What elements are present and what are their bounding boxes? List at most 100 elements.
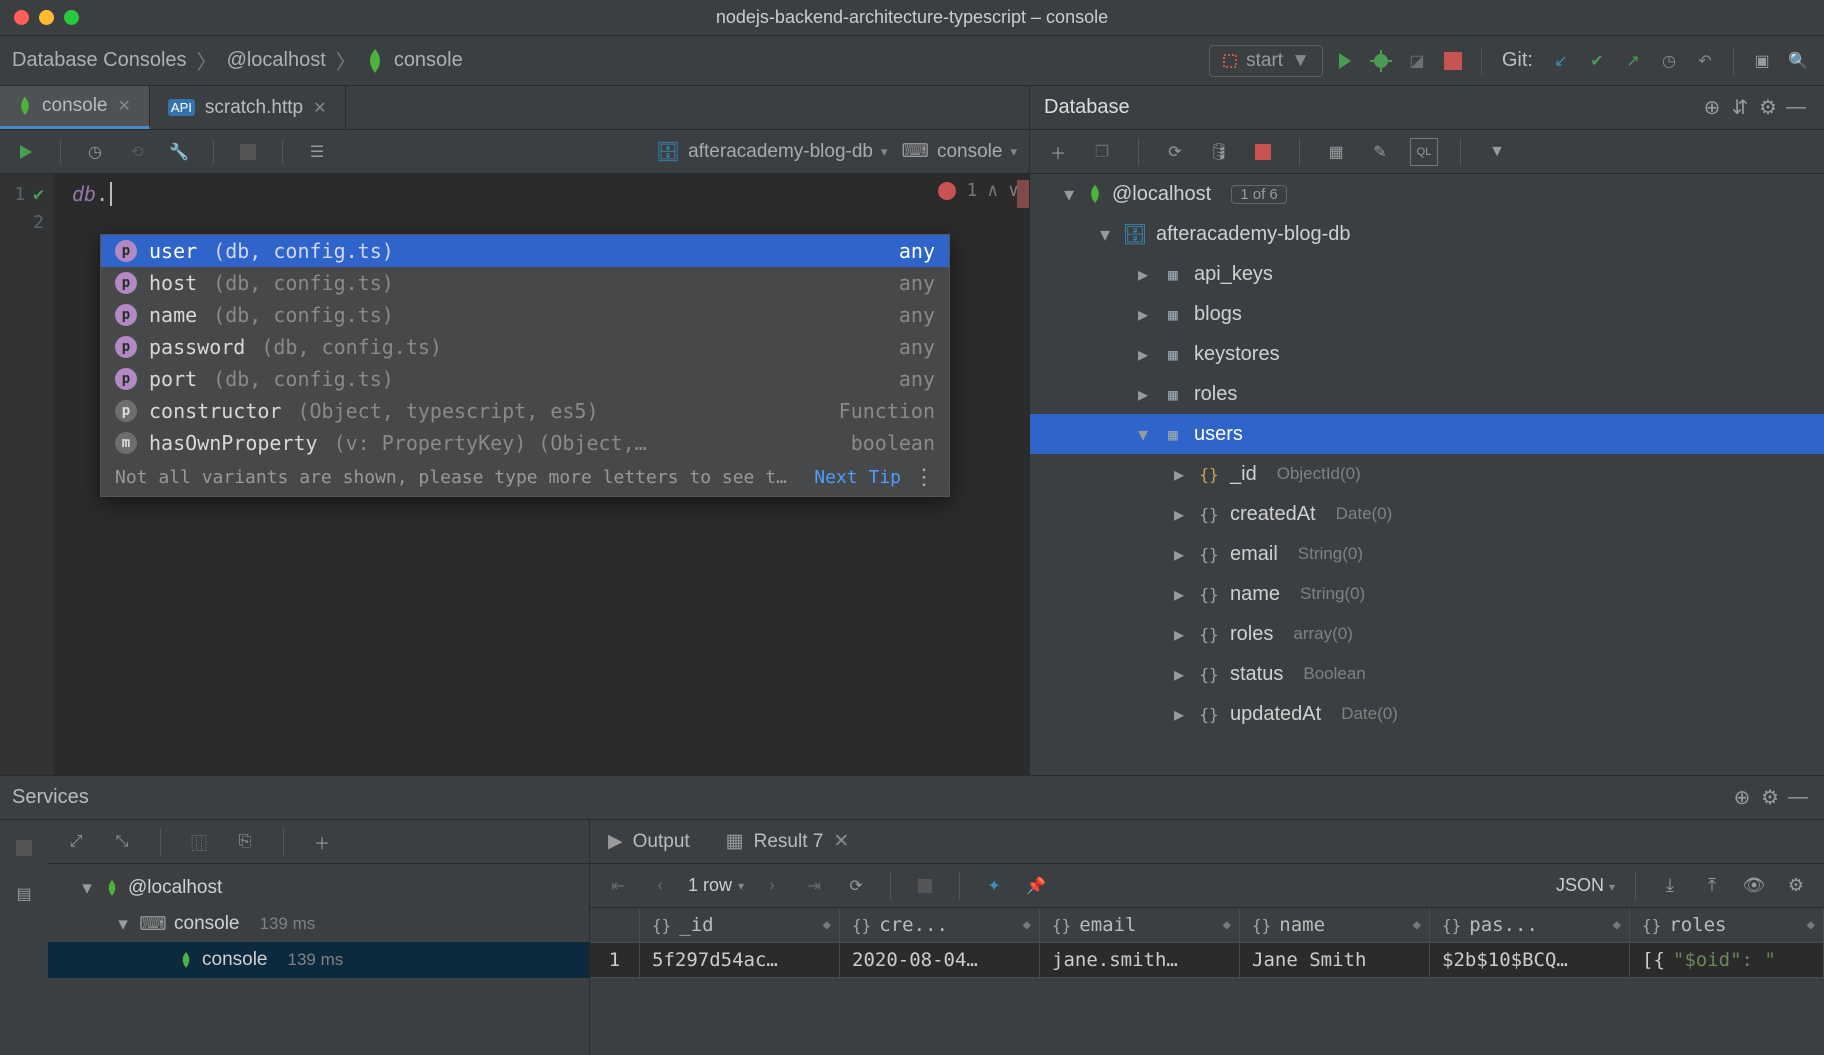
autocomplete-item[interactable]: p port (db, config.ts) any [101, 363, 949, 395]
debug-button[interactable] [1367, 47, 1395, 75]
cell[interactable]: $2b$10$BCQ… [1430, 943, 1630, 978]
autocomplete-item[interactable]: p name (db, config.ts) any [101, 299, 949, 331]
row-count[interactable]: 1 row ▾ [688, 875, 744, 896]
output-tab[interactable]: ▶ Output [590, 820, 708, 863]
query-console-icon[interactable]: QL [1410, 138, 1438, 166]
cell[interactable]: Jane Smith [1240, 943, 1430, 978]
column-header[interactable]: {}email◆ [1040, 908, 1240, 943]
result-grid[interactable]: {}_id◆ {}cre...◆ {}email◆ {}name◆ {}pas.… [590, 908, 1824, 1055]
column-header[interactable]: {}name◆ [1240, 908, 1430, 943]
cell[interactable]: 5f297d54ac… [640, 943, 840, 978]
run-button[interactable] [1331, 47, 1359, 75]
search-everywhere-icon[interactable]: 🔍 [1784, 47, 1812, 75]
last-page-icon[interactable]: ⇥ [800, 872, 828, 900]
console-selector[interactable]: ⌨ console ▾ [902, 140, 1017, 163]
autocomplete-popup[interactable]: p user (db, config.ts) any p host (db, c… [100, 234, 950, 497]
tree-collection[interactable]: ▸ ▦ roles [1030, 374, 1824, 414]
stop-button[interactable] [1439, 47, 1467, 75]
close-tab-icon[interactable]: ✕ [833, 830, 849, 853]
stop-icon[interactable] [911, 872, 939, 900]
tree-column[interactable]: ▸ {} createdAt Date(0) [1030, 494, 1824, 534]
chevron-down-icon[interactable]: ▾ [114, 913, 132, 936]
autocomplete-item[interactable]: p constructor (Object, typescript, es5) … [101, 395, 949, 427]
add-icon[interactable]: ＋ [308, 828, 336, 856]
gear-icon[interactable]: ⚙ [1754, 94, 1782, 122]
tree-collection[interactable]: ▸ ▦ api_keys [1030, 254, 1824, 294]
next-tip-link[interactable]: Next Tip [814, 467, 901, 488]
settings-icon[interactable]: 🔧 [165, 138, 193, 166]
autocomplete-item[interactable]: p user (db, config.ts) any [101, 235, 949, 267]
sort-icon[interactable]: ◆ [1413, 917, 1421, 933]
sort-icon[interactable]: ◆ [1613, 917, 1621, 933]
tree-collection-users[interactable]: ▾ ▦ users [1030, 414, 1824, 454]
chevron-right-icon[interactable]: ▸ [1170, 582, 1188, 607]
editor-tab-console[interactable]: console ✕ [0, 86, 150, 129]
view-data-icon[interactable]: ☰ [303, 138, 331, 166]
stop-icon[interactable] [1249, 138, 1277, 166]
svc-console[interactable]: ▾ ⌨ console 139 ms [48, 906, 589, 942]
sort-icon[interactable]: ◆ [1807, 917, 1815, 933]
next-page-icon[interactable]: › [758, 872, 786, 900]
gear-icon[interactable]: ⚙ [1782, 872, 1810, 900]
coverage-button[interactable]: ◪ [1403, 47, 1431, 75]
tree-column[interactable]: ▸ {} name String(0) [1030, 574, 1824, 614]
cell[interactable]: jane.smith… [1040, 943, 1240, 978]
collapse-icon[interactable]: ⇵ [1726, 94, 1754, 122]
chevron-down-icon[interactable]: ▾ [1060, 182, 1078, 207]
sort-icon[interactable]: ◆ [1223, 917, 1231, 933]
layout-icon[interactable]: ▤ [10, 880, 38, 908]
chevron-right-icon[interactable]: ▸ [1134, 262, 1152, 287]
tree-column[interactable]: ▸ {} updatedAt Date(0) [1030, 694, 1824, 734]
tree-column[interactable]: ▸ {} roles array(0) [1030, 614, 1824, 654]
tree-column[interactable]: ▸ {} email String(0) [1030, 534, 1824, 574]
chevron-right-icon[interactable]: ▸ [1170, 702, 1188, 727]
chevron-down-icon[interactable]: ▾ [78, 877, 96, 900]
tree-column[interactable]: ▸ {} status Boolean [1030, 654, 1824, 694]
autocomplete-item[interactable]: p host (db, config.ts) any [101, 267, 949, 299]
chevron-down-icon[interactable]: ▾ [1134, 422, 1152, 447]
run-configuration-selector[interactable]: start ▼ [1209, 45, 1323, 77]
execute-button[interactable] [12, 138, 40, 166]
close-tab-icon[interactable]: ✕ [313, 98, 326, 118]
reload-icon[interactable]: ⟳ [842, 872, 870, 900]
column-header[interactable]: {}pas...◆ [1430, 908, 1630, 943]
stop-icon[interactable] [234, 138, 262, 166]
git-commit-icon[interactable]: ✔ [1583, 47, 1611, 75]
chevron-right-icon[interactable]: ▸ [1170, 662, 1188, 687]
database-tree[interactable]: ▾ @localhost 1 of 6 ▾ 🗄 afteracademy-blo… [1030, 174, 1824, 775]
filter-icon[interactable]: ⎘ [231, 828, 259, 856]
import-icon[interactable]: ⤒ [1698, 872, 1726, 900]
edit-icon[interactable]: ✎ [1366, 138, 1394, 166]
breadcrumb-item[interactable]: @localhost [227, 49, 326, 72]
git-history-icon[interactable]: ◷ [1655, 47, 1683, 75]
chevron-right-icon[interactable]: ▸ [1170, 542, 1188, 567]
chevron-right-icon[interactable]: ▸ [1134, 382, 1152, 407]
datasource-properties-icon[interactable]: 🛢 [1205, 138, 1233, 166]
chevron-right-icon[interactable]: ▸ [1170, 502, 1188, 527]
breadcrumb-item[interactable]: Database Consoles [12, 49, 187, 72]
breadcrumb-item[interactable]: console [394, 49, 463, 72]
filter-icon[interactable]: ▼ [1483, 138, 1511, 166]
result-tab[interactable]: ▦ Result 7 ✕ [708, 820, 868, 863]
duplicate-icon[interactable]: ❐ [1088, 138, 1116, 166]
add-datasource-icon[interactable]: ＋ [1044, 138, 1072, 166]
chevron-right-icon[interactable]: ▸ [1134, 342, 1152, 367]
chevron-right-icon[interactable]: ▸ [1134, 302, 1152, 327]
history-icon[interactable]: ◷ [81, 138, 109, 166]
scroll-from-source-icon[interactable]: ⊕ [1728, 784, 1756, 812]
chevron-right-icon[interactable]: ▸ [1170, 462, 1188, 487]
cell[interactable]: 2020-08-04… [840, 943, 1040, 978]
collapse-all-icon[interactable]: ⤡ [108, 828, 136, 856]
tree-database[interactable]: ▾ 🗄 afteracademy-blog-db [1030, 214, 1824, 254]
tree-collection[interactable]: ▸ ▦ blogs [1030, 294, 1824, 334]
group-icon[interactable]: ⿲ [185, 828, 213, 856]
cell[interactable]: [{"$oid": " [1630, 943, 1824, 978]
editor-tab-scratch[interactable]: API scratch.http ✕ [150, 86, 346, 129]
table-view-icon[interactable]: ▦ [1322, 138, 1350, 166]
gear-icon[interactable]: ⚙ [1756, 784, 1784, 812]
sort-icon[interactable]: ◆ [1023, 917, 1031, 933]
sort-icon[interactable]: ◆ [823, 917, 831, 933]
layout-icon[interactable]: ▣ [1748, 47, 1776, 75]
git-pull-icon[interactable]: ↙ [1547, 47, 1575, 75]
stop-icon[interactable] [10, 834, 38, 862]
